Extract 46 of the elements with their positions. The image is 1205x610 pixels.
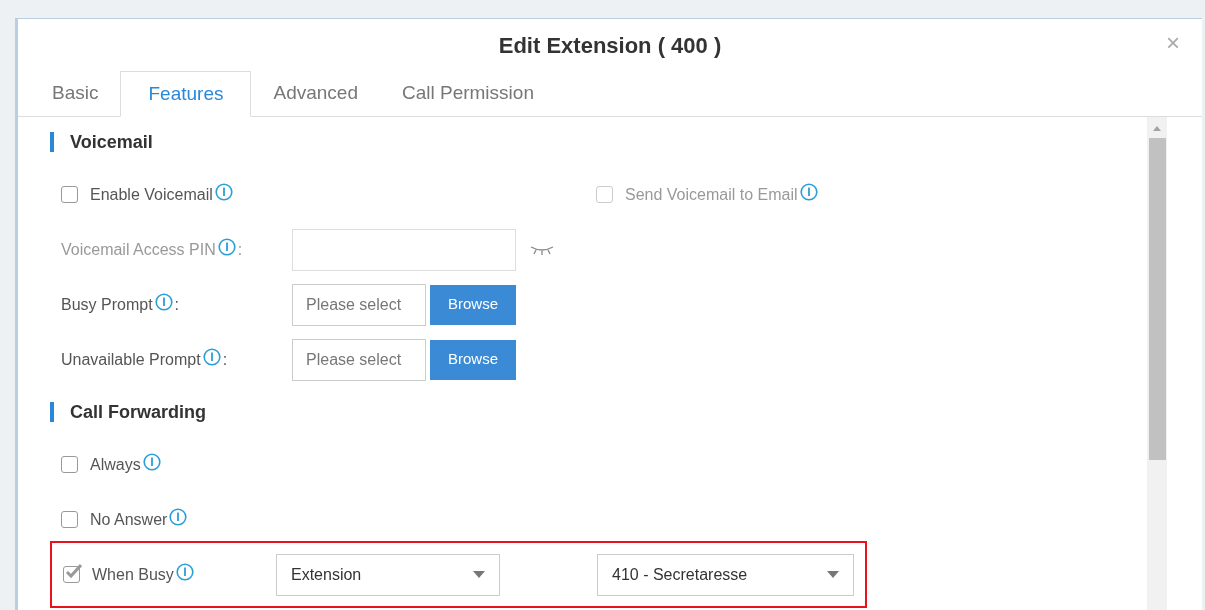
file-field[interactable]: Please select — [292, 338, 426, 381]
browse-button[interactable]: Browse — [430, 339, 516, 380]
checkbox[interactable] — [61, 511, 78, 528]
close-button[interactable]: × — [1166, 31, 1180, 55]
tab[interactable]: Basic — [34, 70, 117, 116]
checkbox-label: When Busy — [92, 564, 174, 585]
caret-icon — [473, 571, 485, 578]
checkbox-label: Always — [90, 454, 141, 475]
pin-field[interactable] — [292, 228, 516, 271]
info-icon[interactable] — [142, 452, 161, 471]
info-icon[interactable] — [799, 182, 818, 201]
info-icon[interactable] — [214, 182, 233, 201]
section-marker — [50, 402, 54, 422]
scrollbar[interactable] — [1147, 117, 1167, 610]
colon: : — [222, 349, 228, 370]
checkbox-label: No Answer — [90, 509, 168, 530]
section-marker — [50, 132, 54, 152]
closed-eye-icon[interactable] — [530, 244, 554, 255]
scrollbar-thumb[interactable] — [1148, 138, 1166, 460]
field-label: Unavailable Prompt — [61, 349, 201, 370]
file-field[interactable]: Please select — [292, 283, 426, 326]
checkbox-label: Enable Voicemail — [90, 184, 213, 205]
browse-button[interactable]: Browse — [430, 284, 516, 325]
info-icon[interactable] — [175, 562, 194, 581]
tab[interactable]: Call Permission — [383, 70, 552, 116]
field-label: Busy Prompt — [61, 294, 153, 315]
dropdown[interactable]: 410 - Secretaresse — [597, 553, 854, 596]
checkbox[interactable] — [61, 456, 78, 473]
tab[interactable]: Advanced — [255, 70, 376, 116]
dialog-title: Edit Extension ( 400 ) — [498, 31, 722, 60]
field-label: Voicemail Access PIN — [61, 239, 216, 260]
section-heading: Voicemail — [70, 130, 153, 154]
section-heading: Call Forwarding — [70, 400, 206, 424]
info-icon[interactable] — [202, 347, 221, 366]
scroll-up-icon[interactable] — [1153, 126, 1161, 131]
info-icon[interactable] — [169, 507, 188, 526]
info-icon[interactable] — [217, 237, 236, 256]
colon: : — [237, 239, 243, 260]
caret-icon — [827, 571, 839, 578]
colon: : — [174, 294, 180, 315]
tab[interactable]: Features — [120, 71, 252, 117]
checkbox[interactable] — [61, 186, 78, 203]
dropdown[interactable]: Extension — [276, 553, 500, 596]
checkbox-label: Send Voicemail to Email — [625, 184, 798, 205]
info-icon[interactable] — [154, 292, 173, 311]
checkbox[interactable] — [63, 566, 80, 583]
